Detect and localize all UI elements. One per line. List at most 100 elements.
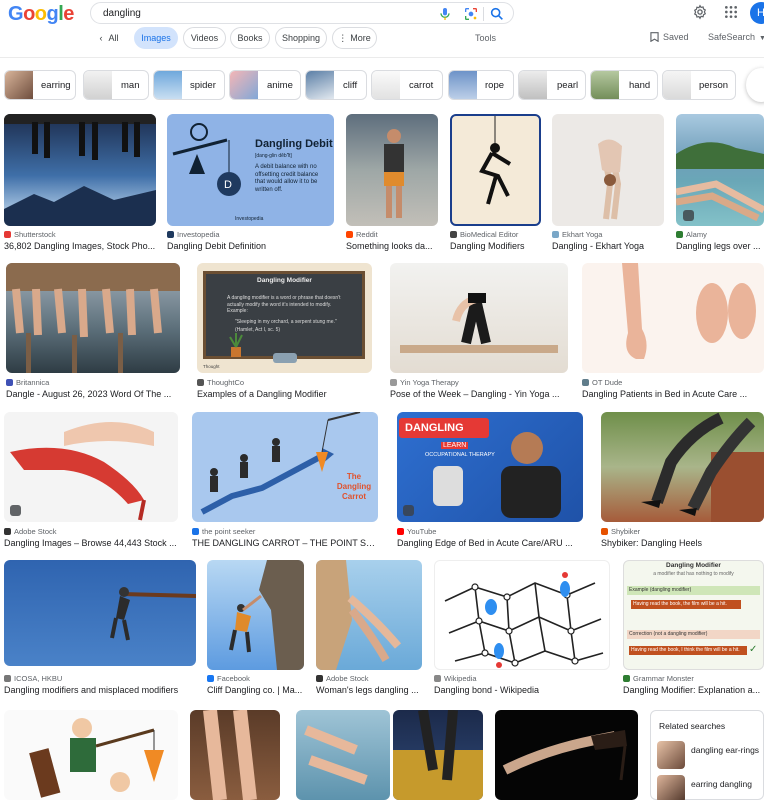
result-image[interactable]: [4, 560, 196, 666]
result-card[interactable]: Shybiker Shybiker: Dangling Heels: [601, 412, 764, 552]
settings-gear-icon[interactable]: [692, 4, 708, 20]
result-card[interactable]: Britannica Dangle - August 26, 2023 Word…: [6, 263, 180, 403]
result-image[interactable]: [4, 114, 156, 226]
result-image[interactable]: [4, 412, 178, 522]
chip-thumbnail: [591, 71, 619, 99]
result-image[interactable]: [192, 412, 378, 522]
result-image[interactable]: [393, 710, 483, 800]
result-card[interactable]: [495, 710, 638, 800]
result-card[interactable]: Dangling Modifier A dangling modifier is…: [197, 263, 372, 403]
result-title[interactable]: Dangling Patients in Bed in Acute Care .…: [582, 389, 764, 399]
result-card[interactable]: [4, 710, 178, 800]
result-card[interactable]: D Dangling Debit [dang-glin dĕb′ĭt] A de…: [167, 114, 334, 254]
result-image[interactable]: [316, 560, 422, 670]
apps-grid-icon[interactable]: [723, 4, 739, 20]
result-image[interactable]: [552, 114, 664, 226]
result-image[interactable]: [6, 263, 180, 373]
related-search-item[interactable]: dangling ear-rings: [657, 741, 761, 773]
result-card[interactable]: Alamy Dangling legs over ...: [676, 114, 764, 254]
result-image[interactable]: [296, 710, 390, 800]
result-card[interactable]: Shutterstock 36,802 Dangling Images, Sto…: [4, 114, 156, 254]
account-avatar[interactable]: H: [750, 2, 764, 24]
tab-shopping[interactable]: Shopping: [275, 27, 327, 49]
result-title[interactable]: Examples of a Dangling Modifier: [197, 389, 372, 399]
tab-all[interactable]: ‹ All: [92, 27, 126, 49]
result-card[interactable]: Adobe Stock Woman's legs dangling ...: [316, 560, 422, 700]
result-title[interactable]: Pose of the Week – Dangling - Yin Yoga .…: [390, 389, 568, 399]
saved-button[interactable]: Saved: [650, 32, 689, 42]
chip-label: man: [121, 80, 140, 91]
result-source-text: ThoughtCo: [207, 378, 245, 387]
chip-label: pearl: [557, 80, 579, 91]
result-title[interactable]: Dangling Images – Browse 44,443 Stock ..…: [4, 538, 178, 548]
result-card[interactable]: Ekhart Yoga Dangling - Ekhart Yoga: [552, 114, 664, 254]
tools-button[interactable]: Tools: [475, 33, 496, 43]
result-card[interactable]: OT Dude Dangling Patients in Bed in Acut…: [582, 263, 764, 403]
result-title[interactable]: Dangling modifiers and misplaced modifie…: [4, 685, 196, 695]
tab-videos[interactable]: Videos: [183, 27, 226, 49]
result-title[interactable]: Dangle - August 26, 2023 Word Of The ...: [6, 389, 180, 399]
tab-more[interactable]: ⋮ More: [332, 27, 377, 49]
result-card[interactable]: [190, 710, 280, 800]
result-image[interactable]: [190, 710, 280, 800]
result-card[interactable]: The Dangling Carrot the point seeker THE…: [192, 412, 378, 552]
result-card[interactable]: [393, 710, 483, 800]
result-card[interactable]: [296, 710, 390, 800]
chip-hand[interactable]: hand: [590, 70, 658, 100]
chip-pearl[interactable]: pearl: [518, 70, 586, 100]
result-card[interactable]: Facebook Cliff Dangling co. | Ma...: [207, 560, 304, 700]
logo-letter-6: e: [63, 3, 74, 25]
search-input[interactable]: [103, 6, 423, 21]
chip-earring[interactable]: earring: [4, 70, 76, 100]
related-search-item[interactable]: earring dangling: [657, 775, 761, 800]
result-title[interactable]: Dangling Edge of Bed in Acute Care/ARU .…: [397, 538, 583, 548]
result-title[interactable]: Shybiker: Dangling Heels: [601, 538, 764, 548]
result-title[interactable]: Dangling bond - Wikipedia: [434, 685, 610, 695]
result-title[interactable]: Cliff Dangling co. | Ma...: [207, 685, 304, 695]
result-title[interactable]: Dangling Modifiers: [450, 241, 541, 251]
result-card[interactable]: Dangling Modifier a modifier that has no…: [623, 560, 764, 700]
result-image[interactable]: [495, 710, 638, 800]
result-title[interactable]: Dangling legs over ...: [676, 241, 764, 251]
tab-books[interactable]: Books: [230, 27, 270, 49]
result-image[interactable]: [434, 560, 610, 670]
result-card[interactable]: Reddit Something looks da...: [346, 114, 438, 254]
result-card[interactable]: Wikipedia Dangling bond - Wikipedia: [434, 560, 610, 700]
mic-icon[interactable]: [437, 6, 453, 22]
result-title[interactable]: Woman's legs dangling ...: [316, 685, 422, 695]
result-title[interactable]: Dangling Debit Definition: [167, 241, 334, 251]
google-logo[interactable]: Google: [8, 3, 74, 26]
safesearch-button[interactable]: SafeSearch ▼: [708, 32, 764, 42]
result-image[interactable]: [207, 560, 304, 670]
result-image[interactable]: [450, 114, 541, 226]
result-image[interactable]: [346, 114, 438, 226]
result-title[interactable]: Dangling Modifier: Explanation a...: [623, 685, 764, 695]
chip-spider[interactable]: spider: [153, 70, 225, 100]
result-image[interactable]: [582, 263, 764, 373]
result-card[interactable]: Adobe Stock Dangling Images – Browse 44,…: [4, 412, 178, 552]
chip-man[interactable]: man: [83, 70, 149, 100]
result-image[interactable]: [4, 710, 178, 800]
chips-next-arrow-icon[interactable]: [746, 68, 764, 102]
logo-letter-2: o: [23, 3, 35, 25]
chip-person[interactable]: person: [662, 70, 736, 100]
lens-icon[interactable]: [463, 6, 479, 22]
search-icon[interactable]: [489, 6, 505, 22]
chip-cliff[interactable]: cliff: [305, 70, 367, 100]
result-card[interactable]: DANGLING LEARN OCCUPATIONAL THERAPY YouT…: [397, 412, 583, 552]
chip-carrot[interactable]: carrot: [371, 70, 443, 100]
result-title[interactable]: Something looks da...: [346, 241, 438, 251]
favicon-icon: [676, 231, 683, 238]
tab-images[interactable]: Images: [134, 27, 178, 49]
result-card[interactable]: Yin Yoga Therapy Pose of the Week – Dang…: [390, 263, 568, 403]
result-card[interactable]: BioMedical Editor Dangling Modifiers: [450, 114, 541, 254]
search-box: [90, 2, 514, 24]
chip-rope[interactable]: rope: [448, 70, 514, 100]
chip-anime[interactable]: anime: [229, 70, 301, 100]
result-image[interactable]: [601, 412, 764, 522]
result-card[interactable]: ICOSA, HKBU Dangling modifiers and mispl…: [4, 560, 196, 700]
result-title[interactable]: Dangling - Ekhart Yoga: [552, 241, 664, 251]
result-image[interactable]: [390, 263, 568, 373]
result-title[interactable]: 36,802 Dangling Images, Stock Pho...: [4, 241, 156, 251]
result-title[interactable]: THE DANGLING CARROT – THE POINT SEEKER: [192, 538, 378, 548]
